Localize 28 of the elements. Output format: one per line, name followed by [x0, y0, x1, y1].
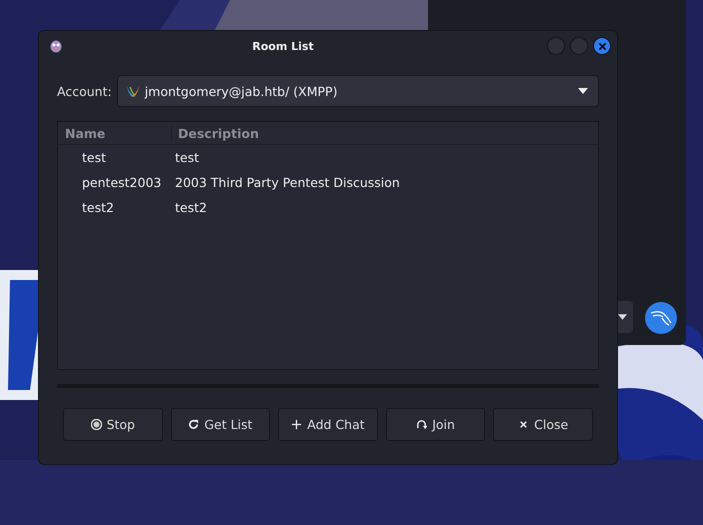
join-button[interactable]: Join [386, 408, 486, 441]
window-title: Room List [252, 40, 314, 52]
table-cell[interactable]: test [58, 150, 175, 165]
plus-icon [291, 419, 302, 430]
dragon-logo-icon[interactable] [645, 302, 677, 334]
refresh-icon [188, 419, 200, 430]
close-icon [598, 42, 606, 50]
close-button[interactable] [593, 37, 611, 55]
add-button[interactable]: Add Chat [278, 408, 378, 441]
caret-icon [578, 88, 588, 94]
caret-icon [618, 314, 627, 320]
account-label: Account: [57, 84, 112, 98]
close-button[interactable]: Close [493, 408, 593, 441]
table-cell: test [175, 150, 200, 165]
account-dropdown[interactable]: jmontgomery@jab.htb/ (XMPP) [116, 75, 599, 107]
stop-button[interactable]: Stop [63, 408, 163, 441]
stop-icon [90, 419, 102, 430]
curved-arrow-icon [416, 419, 428, 430]
table-cell[interactable]: pentest2003 [58, 175, 175, 190]
table-cell: 2003 Third Party Pentest Discussion [175, 175, 400, 190]
table-cell[interactable]: test2 [58, 200, 175, 215]
table-cell: test2 [175, 200, 207, 215]
column-header[interactable]: Name [58, 126, 172, 140]
bird-icon [49, 39, 63, 53]
refresh-button[interactable]: Get List [170, 408, 270, 441]
column-header[interactable]: Description [172, 126, 259, 140]
close-icon [518, 419, 530, 430]
protocol-icon [126, 84, 140, 98]
